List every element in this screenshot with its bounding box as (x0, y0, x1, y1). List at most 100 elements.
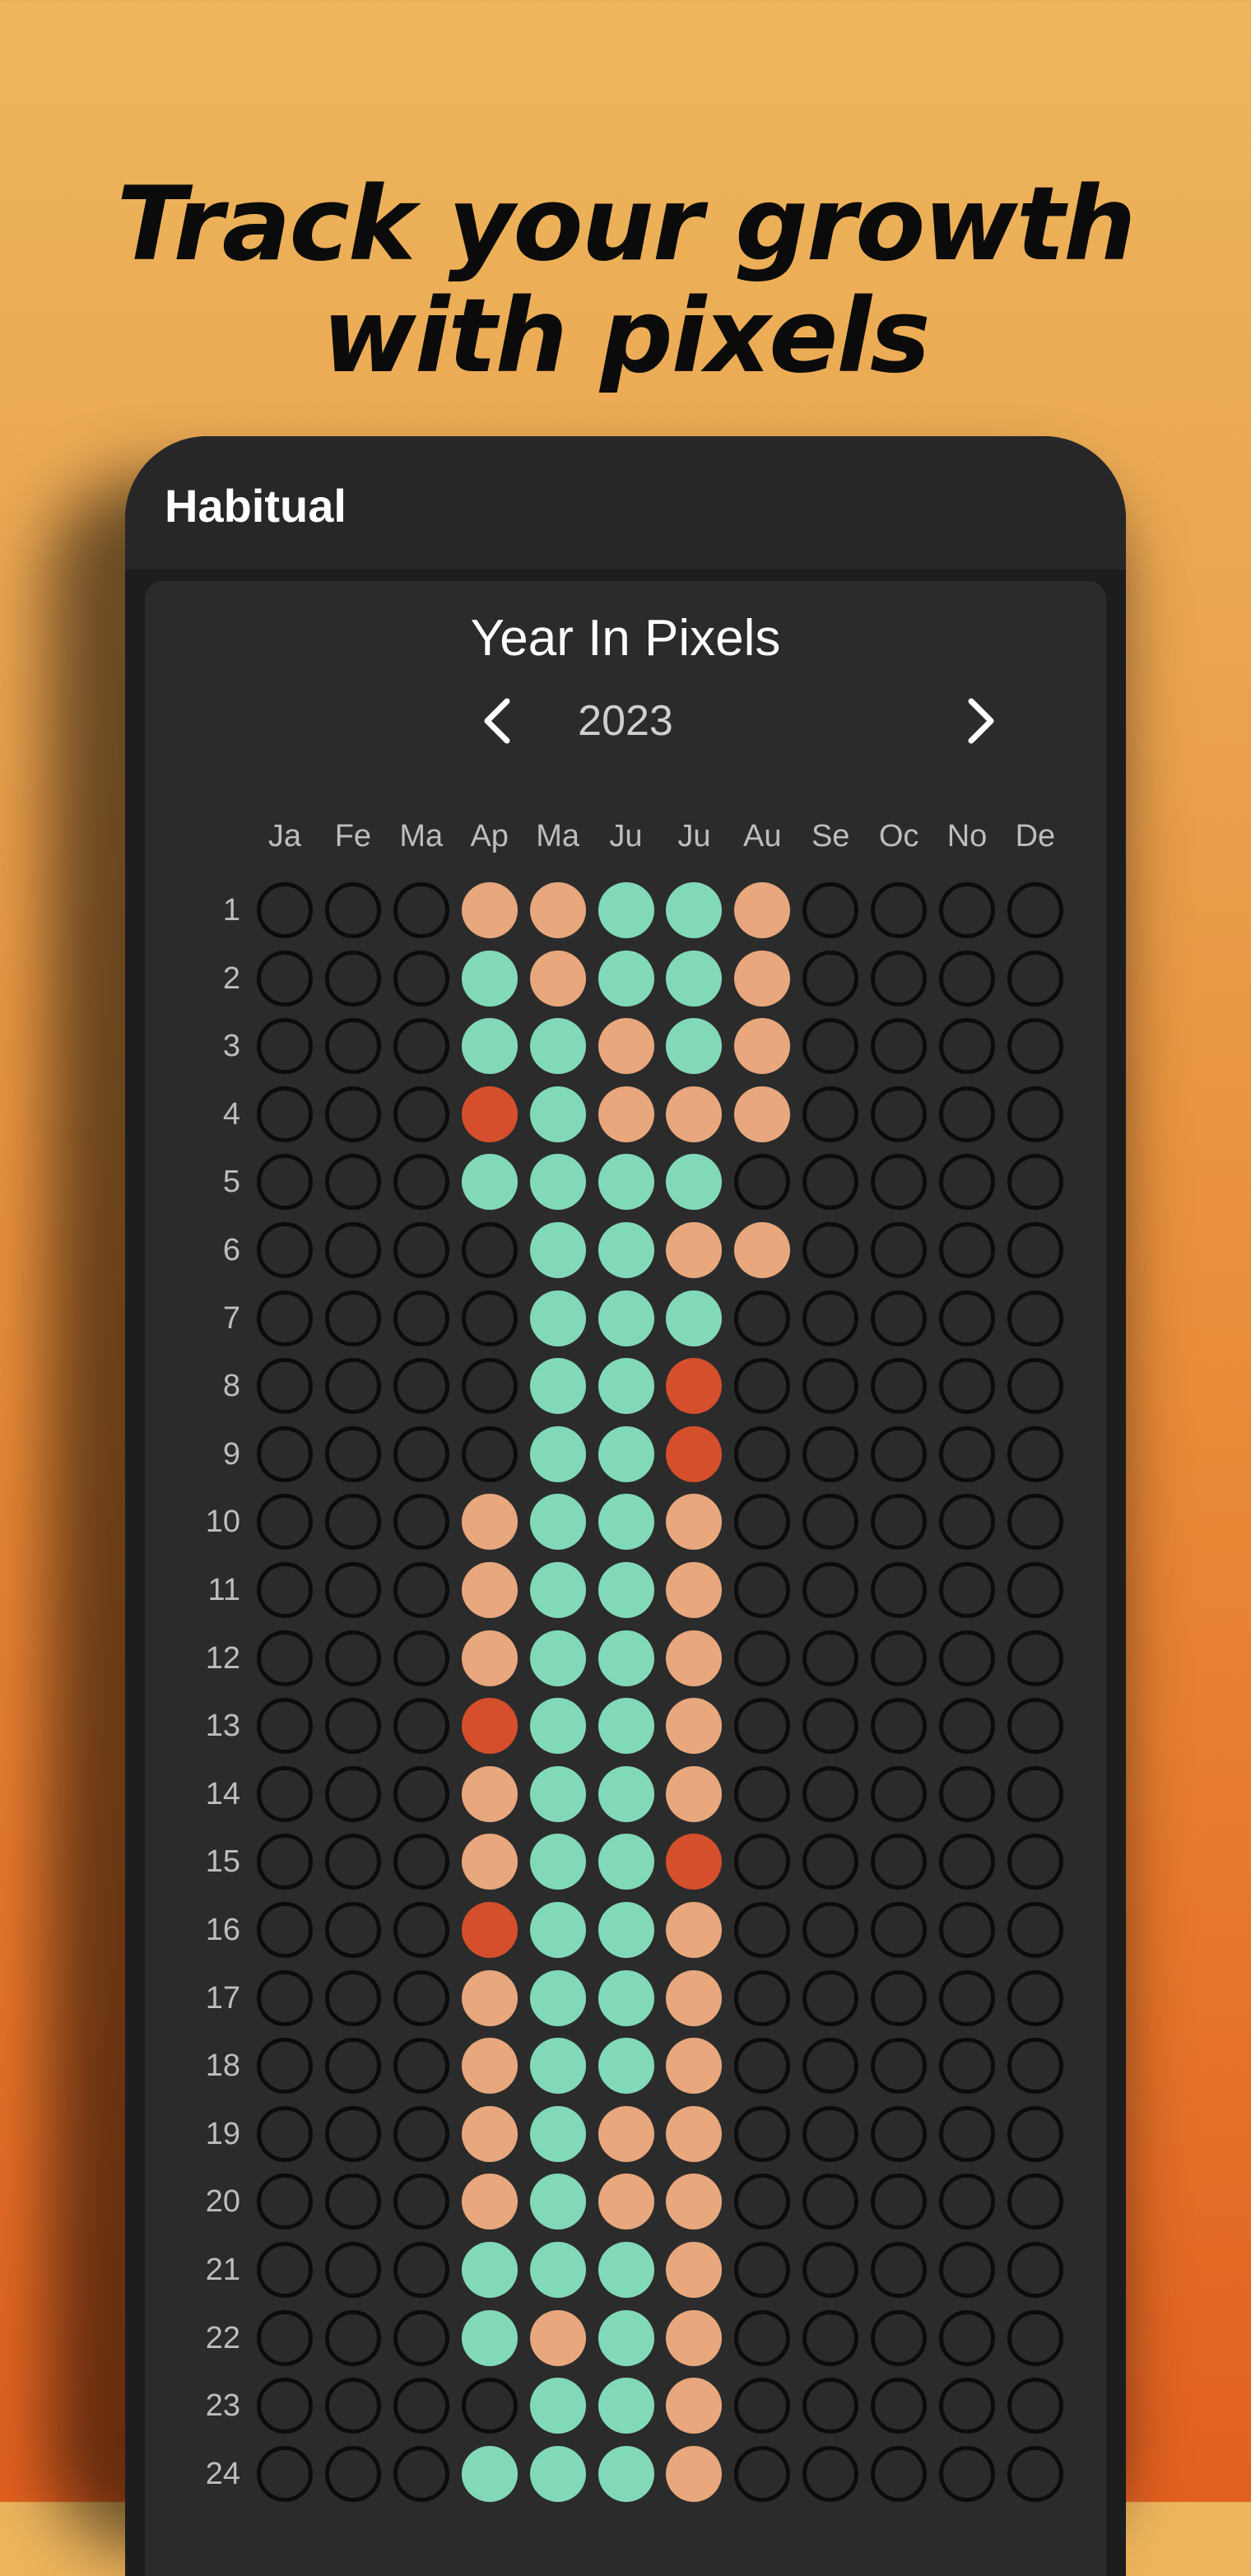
day-pixel[interactable] (734, 1425, 791, 1482)
day-pixel[interactable] (734, 1018, 791, 1075)
day-pixel[interactable] (666, 1086, 723, 1142)
day-pixel[interactable] (598, 1969, 654, 2026)
day-pixel[interactable] (324, 950, 381, 1007)
day-pixel[interactable] (871, 1018, 928, 1075)
day-pixel[interactable] (939, 1018, 995, 1075)
day-pixel[interactable] (871, 2445, 928, 2502)
day-pixel[interactable] (1007, 2038, 1063, 2095)
day-pixel[interactable] (939, 1834, 995, 1890)
day-pixel[interactable] (871, 882, 928, 938)
day-pixel[interactable] (871, 1222, 928, 1278)
day-pixel[interactable] (802, 2378, 859, 2434)
day-pixel[interactable] (734, 2174, 791, 2230)
day-pixel[interactable] (802, 1494, 859, 1551)
day-pixel[interactable] (598, 1086, 654, 1142)
day-pixel[interactable] (939, 2445, 995, 2502)
day-pixel[interactable] (1007, 882, 1063, 938)
day-pixel[interactable] (324, 1902, 381, 1958)
day-pixel[interactable] (324, 2378, 381, 2434)
day-pixel[interactable] (257, 1562, 313, 1618)
day-pixel[interactable] (529, 2038, 586, 2095)
day-pixel[interactable] (461, 1018, 518, 1075)
day-pixel[interactable] (1007, 2105, 1063, 2162)
day-pixel[interactable] (529, 950, 586, 1007)
day-pixel[interactable] (1007, 1222, 1063, 1278)
day-pixel[interactable] (461, 2105, 518, 2162)
day-pixel[interactable] (734, 2038, 791, 2095)
day-pixel[interactable] (734, 1969, 791, 2026)
day-pixel[interactable] (257, 2105, 313, 2162)
day-pixel[interactable] (529, 1222, 586, 1278)
day-pixel[interactable] (324, 2038, 381, 2095)
day-pixel[interactable] (666, 950, 723, 1007)
day-pixel[interactable] (324, 1630, 381, 1686)
day-pixel[interactable] (461, 1425, 518, 1482)
day-pixel[interactable] (393, 1358, 449, 1415)
day-pixel[interactable] (598, 1562, 654, 1618)
day-pixel[interactable] (939, 2242, 995, 2298)
day-pixel[interactable] (393, 1018, 449, 1075)
day-pixel[interactable] (1007, 1765, 1063, 1822)
day-pixel[interactable] (871, 1765, 928, 1822)
day-pixel[interactable] (598, 1222, 654, 1278)
day-pixel[interactable] (802, 2309, 859, 2366)
day-pixel[interactable] (257, 1630, 313, 1686)
day-pixel[interactable] (734, 1630, 791, 1686)
day-pixel[interactable] (802, 1834, 859, 1890)
day-pixel[interactable] (939, 2105, 995, 2162)
day-pixel[interactable] (393, 1698, 449, 1755)
day-pixel[interactable] (393, 1425, 449, 1482)
day-pixel[interactable] (1007, 1698, 1063, 1755)
day-pixel[interactable] (393, 1086, 449, 1142)
day-pixel[interactable] (598, 1290, 654, 1346)
day-pixel[interactable] (871, 1902, 928, 1958)
day-pixel[interactable] (598, 2309, 654, 2366)
day-pixel[interactable] (257, 1494, 313, 1551)
day-pixel[interactable] (393, 1765, 449, 1822)
day-pixel[interactable] (461, 2038, 518, 2095)
day-pixel[interactable] (324, 1834, 381, 1890)
day-pixel[interactable] (871, 1425, 928, 1482)
day-pixel[interactable] (802, 2038, 859, 2095)
day-pixel[interactable] (802, 1018, 859, 1075)
day-pixel[interactable] (257, 1969, 313, 2026)
day-pixel[interactable] (257, 1086, 313, 1142)
day-pixel[interactable] (871, 950, 928, 1007)
day-pixel[interactable] (324, 2242, 381, 2298)
day-pixel[interactable] (666, 2174, 723, 2230)
day-pixel[interactable] (393, 2105, 449, 2162)
day-pixel[interactable] (666, 1358, 723, 1415)
day-pixel[interactable] (802, 2242, 859, 2298)
day-pixel[interactable] (1007, 2378, 1063, 2434)
day-pixel[interactable] (461, 1222, 518, 1278)
day-pixel[interactable] (734, 882, 791, 938)
day-pixel[interactable] (666, 2242, 723, 2298)
day-pixel[interactable] (666, 1222, 723, 1278)
day-pixel[interactable] (939, 882, 995, 938)
day-pixel[interactable] (598, 1630, 654, 1686)
day-pixel[interactable] (393, 1562, 449, 1618)
day-pixel[interactable] (666, 1902, 723, 1958)
day-pixel[interactable] (257, 882, 313, 938)
day-pixel[interactable] (666, 1425, 723, 1482)
day-pixel[interactable] (324, 1018, 381, 1075)
day-pixel[interactable] (529, 1630, 586, 1686)
day-pixel[interactable] (393, 2378, 449, 2434)
day-pixel[interactable] (939, 1969, 995, 2026)
day-pixel[interactable] (939, 950, 995, 1007)
day-pixel[interactable] (461, 2445, 518, 2502)
day-pixel[interactable] (598, 2378, 654, 2434)
day-pixel[interactable] (871, 1086, 928, 1142)
day-pixel[interactable] (802, 2105, 859, 2162)
day-pixel[interactable] (1007, 1834, 1063, 1890)
day-pixel[interactable] (802, 1562, 859, 1618)
day-pixel[interactable] (324, 1765, 381, 1822)
day-pixel[interactable] (802, 1222, 859, 1278)
day-pixel[interactable] (734, 2309, 791, 2366)
day-pixel[interactable] (939, 2378, 995, 2434)
day-pixel[interactable] (461, 1902, 518, 1958)
day-pixel[interactable] (257, 1698, 313, 1755)
day-pixel[interactable] (461, 1086, 518, 1142)
day-pixel[interactable] (1007, 1086, 1063, 1142)
day-pixel[interactable] (666, 1290, 723, 1346)
